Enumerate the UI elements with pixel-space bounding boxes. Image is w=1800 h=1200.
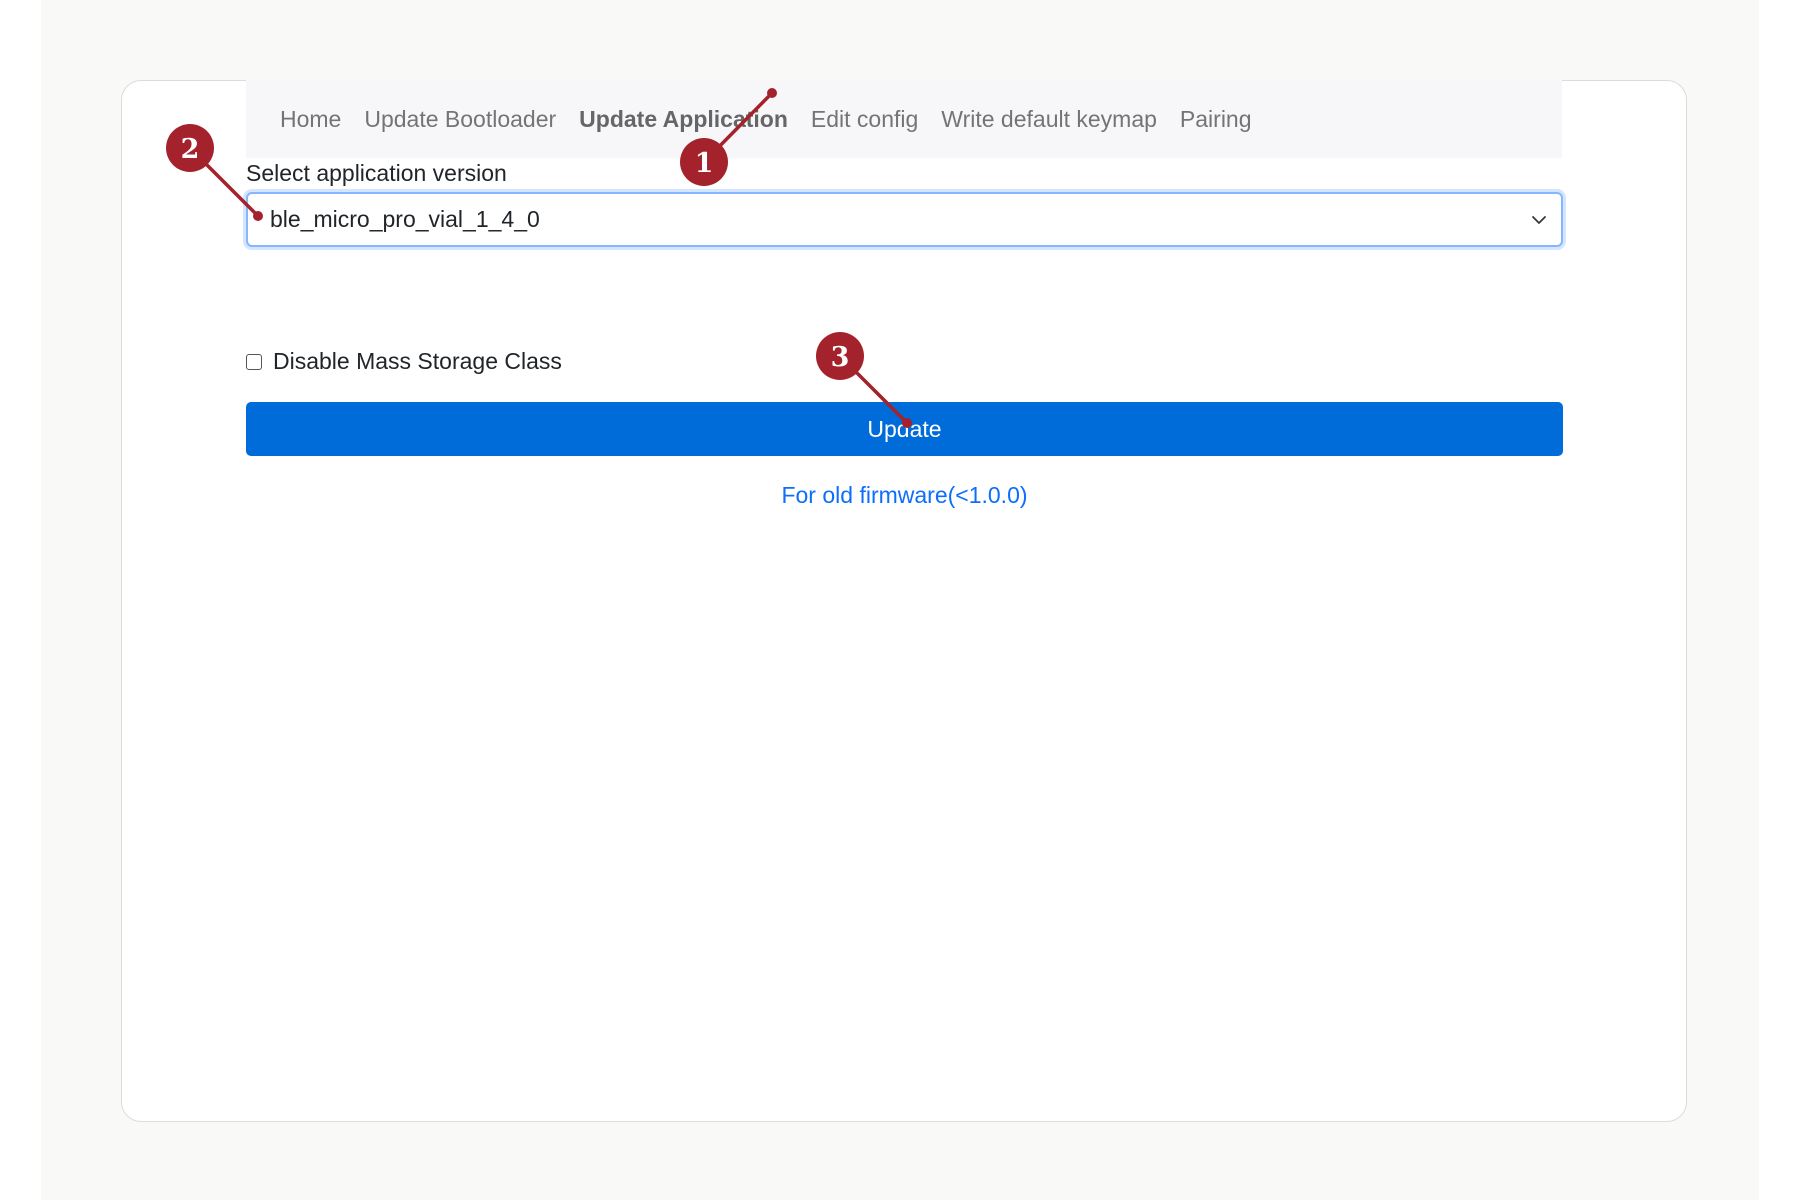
nav-item-write-default-keymap[interactable]: Write default keymap [941,106,1157,133]
nav-item-edit-config[interactable]: Edit config [811,106,918,133]
select-version-label: Select application version [246,160,507,186]
version-select[interactable]: ble_micro_pro_vial_1_4_0 [246,192,1563,247]
old-firmware-link-text: For old firmware(<1.0.0) [781,482,1028,508]
nav-item-pairing[interactable]: Pairing [1180,106,1252,133]
disable-mass-storage-checkbox[interactable] [246,353,262,370]
chevron-down-icon [1532,215,1546,224]
nav-item-home[interactable]: Home [280,106,341,133]
version-select-value: ble_micro_pro_vial_1_4_0 [270,206,540,232]
update-button-label: Update [867,415,942,442]
top-nav: Home Update Bootloader Update Applicatio… [246,80,1562,158]
disable-mass-storage-label[interactable]: Disable Mass Storage Class [273,348,562,375]
nav-item-update-application[interactable]: Update Application [579,106,788,133]
old-firmware-link[interactable]: For old firmware(<1.0.0) [246,482,1563,509]
update-button[interactable]: Update [246,402,1563,456]
mass-storage-row: Disable Mass Storage Class [246,348,562,375]
nav-item-update-bootloader[interactable]: Update Bootloader [364,106,556,133]
